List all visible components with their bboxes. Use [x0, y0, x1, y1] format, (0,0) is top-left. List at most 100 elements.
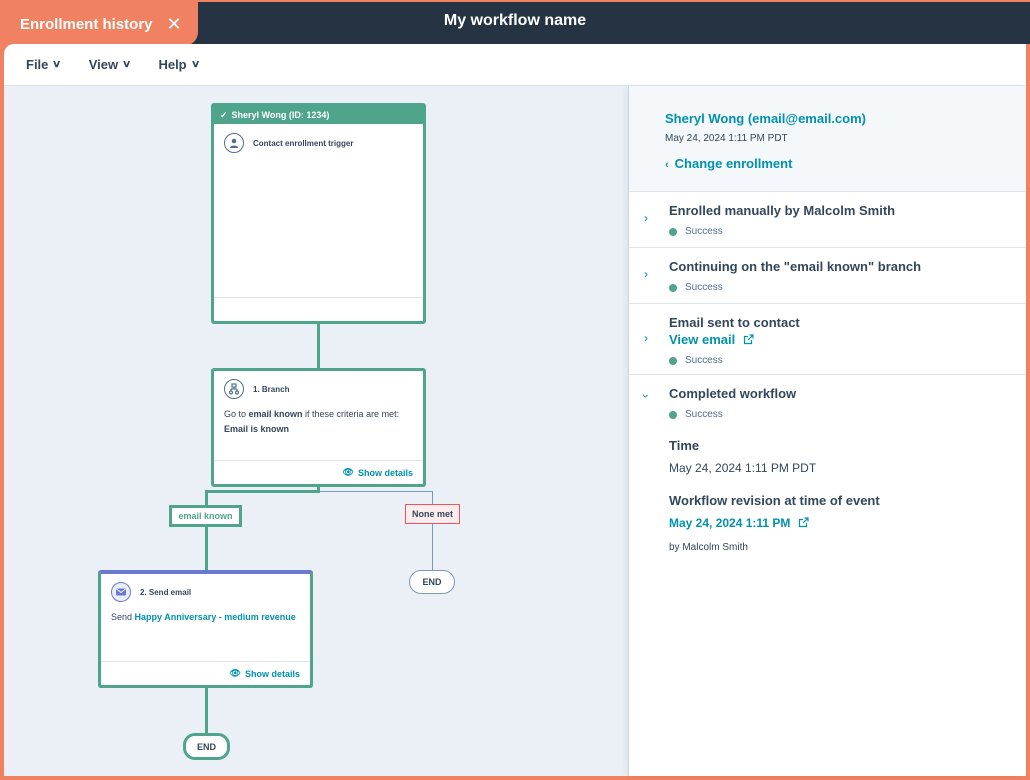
change-enrollment-label: Change enrollment	[674, 156, 793, 171]
app-frame: Enrollment history ✕ My workflow name Fi…	[0, 0, 1030, 780]
menu-view-label: View	[88, 57, 119, 72]
chevron-down-icon: ∨	[52, 59, 62, 70]
trigger-card[interactable]: ✓ Sheryl Wong (ID: 1234) Contact enrollm…	[211, 103, 426, 324]
menu-help-label: Help	[158, 57, 187, 72]
connector	[205, 526, 208, 571]
close-icon[interactable]: ✕	[167, 14, 182, 35]
chevron-left-icon: ‹	[665, 159, 669, 171]
external-link-icon	[798, 517, 809, 528]
menu-file-label: File	[26, 57, 49, 72]
trigger-card-footer	[214, 297, 423, 321]
time-label: Time	[669, 438, 700, 453]
branch-label-text: email known	[178, 511, 233, 521]
connector	[432, 523, 433, 571]
menu-bar: File ∨ View ∨ Help ∨	[4, 44, 1026, 86]
chevron-right-icon[interactable]: ›	[644, 331, 648, 345]
branch-description: Go to email known if these criteria are …	[214, 407, 423, 422]
chevron-down-icon: ∨	[122, 59, 132, 70]
success-dot	[669, 283, 677, 292]
chevron-right-icon[interactable]: ›	[644, 267, 648, 281]
email-text-prefix: Send	[111, 612, 135, 622]
eye-icon: 👁	[342, 467, 354, 477]
show-details-button[interactable]: 👁 Show details	[101, 661, 310, 685]
email-description: Send Happy Anniversary - medium revenue	[101, 610, 310, 625]
view-email-link[interactable]: View email	[669, 332, 754, 347]
enrollment-date: May 24, 2024 1:11 PM PDT	[665, 133, 788, 144]
email-step-title: 2. Send email	[140, 587, 192, 597]
event-item[interactable]: › Continuing on the "email known" branch…	[629, 248, 1026, 304]
event-title: Enrolled manually by Malcolm Smith	[669, 203, 896, 218]
show-details-label: Show details	[244, 668, 300, 679]
end-label: END	[422, 577, 442, 587]
show-details-label: Show details	[357, 467, 413, 478]
trigger-card-header: ✓ Sheryl Wong (ID: 1234)	[214, 106, 423, 124]
menu-view[interactable]: View ∨	[88, 57, 132, 72]
success-dot	[669, 410, 677, 419]
eye-icon: 👁	[229, 668, 241, 678]
branch-text-prefix: Go to	[224, 409, 249, 419]
check-icon: ✓	[220, 109, 228, 120]
event-title: Email sent to contact	[669, 315, 800, 330]
revision-link-label: May 24, 2024 1:11 PM	[669, 516, 791, 530]
status-badge: Success	[669, 409, 1026, 420]
panel-header: Sheryl Wong (email@email.com) May 24, 20…	[629, 86, 1026, 192]
status-text: Success	[685, 409, 723, 420]
branch-icon	[224, 379, 244, 399]
tab-enrollment-history[interactable]: Enrollment history ✕	[0, 2, 198, 46]
connector	[320, 491, 433, 492]
enrollment-panel: Sheryl Wong (email@email.com) May 24, 20…	[628, 86, 1026, 776]
event-title: Continuing on the "email known" branch	[669, 259, 922, 274]
end-node: END	[409, 570, 455, 594]
change-enrollment-button[interactable]: ‹ Change enrollment	[665, 156, 792, 171]
event-title: Completed workflow	[669, 386, 797, 401]
status-badge: Success	[669, 355, 1026, 366]
event-item[interactable]: › Enrolled manually by Malcolm Smith Suc…	[629, 192, 1026, 248]
event-item-expanded[interactable]: › Completed workflow Success Time May 24…	[629, 375, 1026, 562]
email-icon	[111, 582, 131, 602]
status-badge: Success	[669, 282, 1026, 293]
revision-label: Workflow revision at time of event	[669, 493, 880, 508]
branch-card[interactable]: 1. Branch Go to email known if these cri…	[211, 368, 426, 487]
chevron-down-icon[interactable]: ›	[639, 394, 653, 398]
connector	[205, 490, 320, 493]
branch-text-suffix: if these criteria are met:	[302, 409, 400, 419]
contact-name[interactable]: Sheryl Wong (email@email.com)	[665, 111, 1026, 126]
status-text: Success	[685, 282, 723, 293]
branch-criteria: Email is known	[214, 422, 423, 437]
menu-file[interactable]: File ∨	[26, 57, 62, 72]
branch-target: email known	[248, 409, 303, 419]
status-text: Success	[685, 226, 723, 237]
branch-criteria-text: Email is known	[224, 424, 290, 434]
external-link-icon	[743, 334, 754, 345]
trigger-row: Contact enrollment trigger	[214, 124, 423, 153]
branch-row: 1. Branch	[214, 371, 423, 399]
enrolled-contact-label: Sheryl Wong (ID: 1234)	[231, 110, 330, 120]
end-label: END	[196, 741, 216, 752]
email-row: 2. Send email	[101, 574, 310, 602]
branch-label-email-known[interactable]: email known	[169, 505, 242, 527]
chevron-down-icon: ∨	[190, 59, 201, 70]
status-text: Success	[685, 355, 723, 366]
branch-title: 1. Branch	[253, 384, 290, 394]
status-badge: Success	[669, 226, 1026, 237]
branch-label-none-met[interactable]: None met	[405, 504, 460, 524]
chevron-right-icon[interactable]: ›	[644, 211, 648, 225]
workflow-canvas[interactable]: ✓ Sheryl Wong (ID: 1234) Contact enrollm…	[4, 86, 628, 776]
success-dot	[669, 356, 677, 365]
time-value: May 24, 2024 1:11 PM PDT	[669, 461, 817, 475]
success-dot	[669, 227, 677, 236]
send-email-card[interactable]: 2. Send email Send Happy Anniversary - m…	[98, 570, 313, 688]
show-details-button[interactable]: 👁 Show details	[214, 460, 423, 484]
connector	[432, 491, 433, 505]
contact-icon	[224, 133, 244, 153]
event-item[interactable]: › Email sent to contact View email Succe…	[629, 304, 1026, 375]
connector	[317, 323, 320, 369]
revision-author: by Malcolm Smith	[669, 542, 748, 553]
revision-link[interactable]: May 24, 2024 1:11 PM	[669, 516, 809, 530]
end-node: END	[183, 733, 230, 760]
connector	[205, 687, 208, 734]
workflow-title: My workflow name	[443, 12, 587, 29]
tab-label: Enrollment history	[20, 15, 153, 33]
menu-help[interactable]: Help ∨	[158, 57, 201, 72]
email-name-link[interactable]: Happy Anniversary - medium revenue	[135, 612, 296, 622]
